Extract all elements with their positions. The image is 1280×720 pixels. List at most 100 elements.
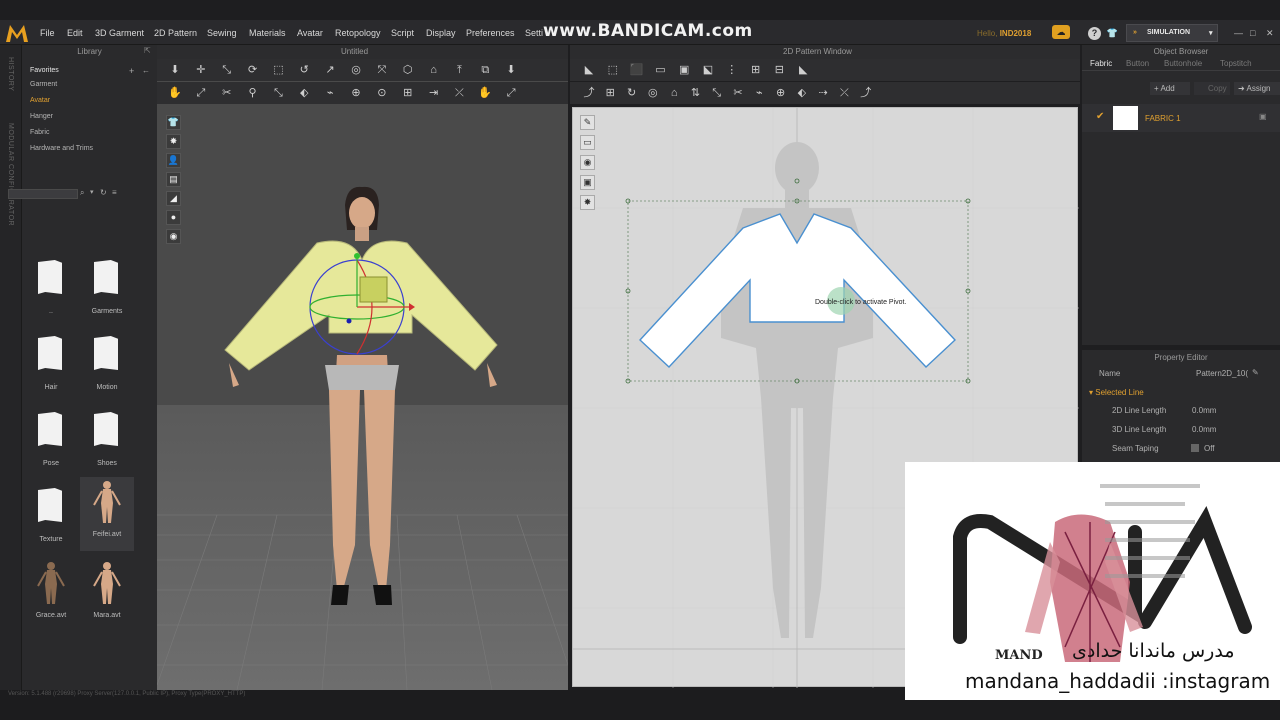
library-item-feifei-avt[interactable]: Feifei.avt (80, 477, 134, 551)
3d-row1-tool-11-icon[interactable]: ⌂ (427, 63, 441, 77)
undock-icon[interactable]: ⇱ (144, 46, 151, 55)
cloud-icon[interactable]: ☁ (1052, 25, 1070, 39)
help-icon[interactable]: ? (1088, 27, 1101, 40)
3d-row1-tool-3-icon[interactable]: ⤡ (220, 63, 234, 77)
2d-side-tool-5-icon[interactable]: ✸ (580, 195, 595, 210)
menu-sewing[interactable]: Sewing (207, 28, 237, 38)
2d-row1-tool-5-icon[interactable]: ▣ (677, 63, 691, 77)
edit-name-icon[interactable]: ✎ (1252, 368, 1259, 377)
2d-row1-tool-8-icon[interactable]: ⊞ (749, 63, 763, 77)
2d-row1-tool-9-icon[interactable]: ⊟ (772, 63, 786, 77)
library-item-pose[interactable]: Pose (24, 406, 78, 476)
maximize-icon[interactable]: □ (1250, 28, 1255, 38)
library-item-[interactable]: .. (24, 254, 78, 324)
3d-row2-tool-12-icon[interactable]: ⤫ (452, 86, 466, 100)
library-link-hanger[interactable]: Hanger (30, 113, 53, 120)
3d-row2-tool-3-icon[interactable]: ✂ (220, 86, 234, 100)
3d-row1-tool-14-icon[interactable]: ⬇ (504, 63, 518, 77)
3d-side-tool-7-icon[interactable]: ◉ (166, 229, 181, 244)
library-item-hair[interactable]: Hair (24, 330, 78, 400)
fabric-list-item[interactable] (1082, 104, 1280, 132)
2d-row1-tool-7-icon[interactable]: ⋮ (725, 63, 739, 77)
back-icon[interactable]: ← (142, 66, 150, 75)
3d-row1-tool-8-icon[interactable]: ◎ (349, 63, 363, 77)
3d-row1-tool-13-icon[interactable]: ⧉ (478, 63, 492, 77)
2d-row2-tool-3-icon[interactable]: ↻ (625, 86, 639, 100)
menu-retopology[interactable]: Retopology (335, 28, 381, 38)
minimize-icon[interactable]: — (1234, 28, 1243, 38)
menu-display[interactable]: Display (426, 28, 456, 38)
modular-configurator-tab[interactable]: MODULAR CONFIGURATOR (7, 123, 14, 226)
tab-topstitch[interactable]: Topstitch (1220, 59, 1252, 68)
3d-row1-tool-2-icon[interactable]: ✛ (194, 63, 208, 77)
library-link-avatar[interactable]: Avatar (30, 97, 50, 104)
3d-row2-tool-13-icon[interactable]: ✋ (478, 86, 492, 100)
2d-row2-tool-4-icon[interactable]: ◎ (646, 86, 660, 100)
2d-row1-tool-10-icon[interactable]: ◣ (796, 63, 810, 77)
library-item-shoes[interactable]: Shoes (80, 406, 134, 476)
menu-file[interactable]: File (40, 28, 55, 38)
3d-row2-tool-14-icon[interactable]: ⤢ (504, 86, 518, 100)
2d-row1-tool-1-icon[interactable]: ◣ (582, 63, 596, 77)
2d-row2-tool-13-icon[interactable]: ⤫ (837, 86, 851, 100)
2d-row1-tool-3-icon[interactable]: ⬛ (630, 63, 644, 77)
library-item-garments[interactable]: Garments (80, 254, 134, 324)
prop-value[interactable]: 0.0mm (1192, 425, 1216, 434)
prop-value[interactable]: 0.0mm (1192, 406, 1216, 415)
2d-side-tool-2-icon[interactable]: ▭ (580, 135, 595, 150)
2d-row1-tool-2-icon[interactable]: ⬚ (606, 63, 620, 77)
3d-side-tool-2-icon[interactable]: ✸ (166, 134, 181, 149)
menu-3d-garment[interactable]: 3D Garment (95, 28, 144, 38)
add-fabric-button[interactable]: + Add (1150, 82, 1190, 95)
2d-row2-tool-5-icon[interactable]: ⌂ (667, 86, 681, 100)
2d-side-tool-1-icon[interactable]: ✎ (580, 115, 595, 130)
garment-icon[interactable]: 👕 (1106, 27, 1119, 40)
library-link-fabric[interactable]: Fabric (30, 129, 49, 136)
3d-side-tool-6-icon[interactable]: ● (166, 210, 181, 225)
2d-row2-tool-2-icon[interactable]: ⊞ (603, 86, 617, 100)
selected-line-section[interactable]: ▾ Selected Line (1089, 388, 1144, 397)
2d-row2-tool-9-icon[interactable]: ⌁ (752, 86, 766, 100)
refresh-icon[interactable]: ↻ (100, 188, 107, 197)
mode-selector[interactable]: » SIMULATION ▾ (1126, 24, 1218, 42)
3d-row1-tool-12-icon[interactable]: ⤒ (452, 63, 466, 77)
library-item-grace-avt[interactable]: Grace.avt (24, 558, 78, 628)
history-tab[interactable]: HISTORY (7, 57, 14, 91)
library-search-input[interactable] (8, 189, 78, 199)
tab-button[interactable]: Button (1126, 59, 1149, 68)
fabric-lock-icon[interactable]: ▣ (1259, 112, 1267, 121)
3d-row2-tool-8-icon[interactable]: ⊕ (349, 86, 363, 100)
library-item-motion[interactable]: Motion (80, 330, 134, 400)
seam-taping-checkbox[interactable] (1191, 444, 1199, 452)
tab-fabric[interactable]: Fabric (1090, 59, 1112, 68)
3d-row1-tool-10-icon[interactable]: ⬡ (401, 63, 415, 77)
2d-row2-tool-1-icon[interactable]: ⤴ (582, 86, 596, 100)
3d-row1-tool-4-icon[interactable]: ⟳ (246, 63, 260, 77)
3d-side-tool-4-icon[interactable]: ▤ (166, 172, 181, 187)
3d-row1-tool-5-icon[interactable]: ⬚ (271, 63, 285, 77)
add-favorite-icon[interactable]: + (129, 66, 134, 76)
3d-row2-tool-10-icon[interactable]: ⊞ (401, 86, 415, 100)
3d-row1-tool-1-icon[interactable]: ⬇ (168, 63, 182, 77)
prop-value[interactable]: Off (1204, 444, 1215, 453)
tab-buttonhole[interactable]: Buttonhole (1164, 59, 1202, 68)
3d-viewport[interactable] (156, 45, 569, 691)
2d-row1-tool-4-icon[interactable]: ▭ (653, 63, 667, 77)
3d-row2-tool-5-icon[interactable]: ⤡ (271, 86, 285, 100)
3d-row1-tool-7-icon[interactable]: ↗ (323, 63, 337, 77)
library-link-favorites[interactable]: Favorites (30, 67, 59, 74)
3d-row2-tool-2-icon[interactable]: ⤢ (194, 86, 208, 100)
3d-row2-tool-1-icon[interactable]: ✋ (168, 86, 182, 100)
menu-edit[interactable]: Edit (67, 28, 83, 38)
3d-row1-tool-9-icon[interactable]: ⤧ (375, 63, 389, 77)
2d-row2-tool-6-icon[interactable]: ⇅ (688, 86, 702, 100)
menu-setti[interactable]: Setti (525, 28, 543, 38)
menu-script[interactable]: Script (391, 28, 414, 38)
2d-row2-tool-11-icon[interactable]: ⬖ (795, 86, 809, 100)
2d-side-tool-4-icon[interactable]: ▣ (580, 175, 595, 190)
2d-row1-tool-6-icon[interactable]: ⬕ (701, 63, 715, 77)
3d-row2-tool-4-icon[interactable]: ⚲ (246, 86, 260, 100)
library-item-texture[interactable]: Texture (24, 482, 78, 552)
2d-row2-tool-14-icon[interactable]: ⤴ (859, 86, 873, 100)
2d-row2-tool-8-icon[interactable]: ✂ (731, 86, 745, 100)
